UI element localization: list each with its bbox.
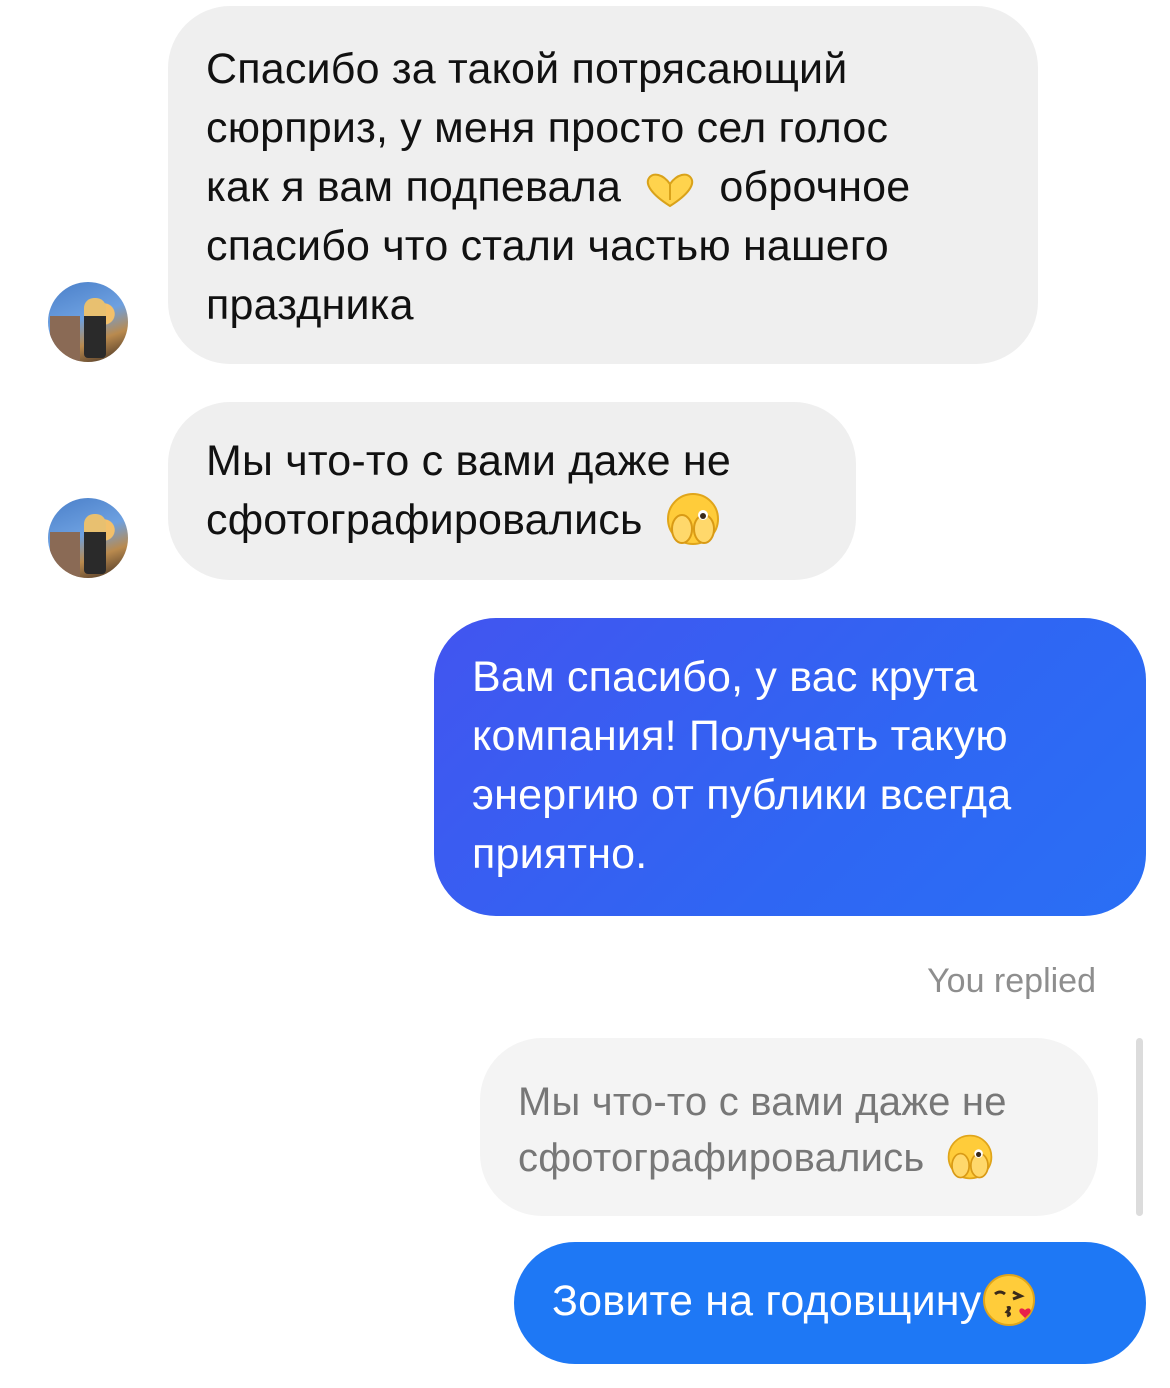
avatar-person <box>84 514 106 574</box>
sender-avatar[interactable] <box>48 282 128 362</box>
reply-message-bubble[interactable]: Зовите на годовщину <box>514 1242 1146 1364</box>
message-text-line: энергию от публики всегда <box>472 771 1012 819</box>
sender-avatar[interactable] <box>48 498 128 578</box>
chat-thread: Спасибо за такой потрясающий сюрприз, у … <box>0 0 1170 1388</box>
avatar-building <box>50 316 80 362</box>
message-text-line: Спасибо за такой потрясающий <box>206 45 848 93</box>
quoted-message-bubble[interactable]: Мы что-то с вами даже не сфотографировал… <box>480 1038 1098 1216</box>
message-text-line: праздника <box>206 281 414 329</box>
face-peeking-eye-icon <box>666 492 719 545</box>
face-blowing-kiss-icon <box>983 1273 1036 1326</box>
message-text-line: сфотографировались <box>206 491 818 550</box>
incoming-message-bubble[interactable]: Мы что-то с вами даже не сфотографировал… <box>168 402 856 580</box>
incoming-message-bubble[interactable]: Спасибо за такой потрясающий сюрприз, у … <box>168 6 1038 364</box>
message-text-line: сюрприз, у меня просто сел голос <box>206 104 889 152</box>
message-text-line: Вам спасибо, у вас крута <box>472 653 978 701</box>
message-text-fragment: сфотографировались <box>206 496 643 544</box>
message-text-fragment: оброчное <box>719 163 911 211</box>
reply-text: Зовите на годовщину <box>552 1277 982 1325</box>
quoted-text-line: сфотографировались <box>518 1130 1060 1186</box>
quoted-text-fragment: сфотографировались <box>518 1136 925 1180</box>
message-text-line: приятно. <box>472 830 648 878</box>
outgoing-message-bubble[interactable]: Вам спасибо, у вас крута компания! Получ… <box>434 618 1146 916</box>
heart-hands-icon <box>647 173 694 207</box>
replied-label: You replied <box>927 962 1096 1000</box>
avatar-building <box>50 532 80 578</box>
quoted-text-line: Мы что-то с вами даже не <box>518 1080 1007 1124</box>
message-text-line: Мы что-то с вами даже не <box>206 437 731 485</box>
message-text-fragment: как я вам подпевала <box>206 163 622 211</box>
message-text-line: компания! Получать такую <box>472 712 1008 760</box>
message-text-line: как я вам подпевала оброчное <box>206 158 1000 217</box>
reply-indicator-bar <box>1136 1038 1143 1216</box>
face-peeking-eye-icon <box>947 1135 993 1180</box>
message-text-line: спасибо что стали частью нашего <box>206 222 889 270</box>
avatar-person <box>84 298 106 358</box>
